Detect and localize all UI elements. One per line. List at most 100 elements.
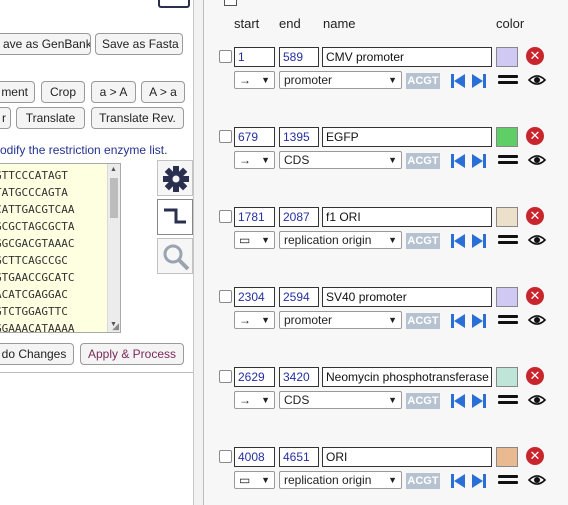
- feature-name-input[interactable]: EGFP: [322, 127, 492, 147]
- feature-type-select[interactable]: replication origin ▼: [279, 471, 402, 489]
- feature-end-input[interactable]: 4651: [279, 447, 319, 467]
- feature-name-input[interactable]: f1 ORI: [322, 207, 492, 227]
- feature-direction-select[interactable]: → ▼: [234, 311, 275, 329]
- feature-direction-select[interactable]: ▭ ▼: [234, 471, 275, 489]
- feature-end-input[interactable]: 2594: [279, 287, 319, 307]
- go-to-end-icon[interactable]: [471, 313, 487, 329]
- feature-type-select[interactable]: promoter ▼: [279, 71, 402, 89]
- save-genbank-button[interactable]: ave as GenBank: [0, 33, 91, 55]
- feature-type-select[interactable]: promoter ▼: [279, 311, 402, 329]
- restriction-enzyme-hint[interactable]: odify the restriction enzyme list.: [0, 143, 167, 157]
- go-to-start-icon[interactable]: [450, 393, 466, 409]
- eye-icon[interactable]: [528, 233, 546, 247]
- eye-icon[interactable]: [528, 153, 546, 167]
- feature-direction-select[interactable]: → ▼: [234, 391, 275, 409]
- eye-icon[interactable]: [528, 73, 546, 87]
- feature-drag-handle-icon[interactable]: [498, 315, 518, 327]
- apply-process-button[interactable]: Apply & Process: [80, 343, 184, 365]
- go-to-end-icon[interactable]: [471, 233, 487, 249]
- uppercase-to-lowercase-button[interactable]: A > a: [141, 81, 185, 103]
- feature-direction-select[interactable]: ▭ ▼: [234, 231, 275, 249]
- go-to-start-icon[interactable]: [450, 153, 466, 169]
- feature-select-checkbox[interactable]: [219, 450, 232, 463]
- feature-color-swatch[interactable]: [496, 367, 518, 387]
- eye-icon[interactable]: [528, 313, 546, 327]
- feature-start-input[interactable]: 2304: [234, 287, 275, 307]
- delete-feature-icon[interactable]: ✕: [526, 367, 544, 385]
- panel-toggle-icon[interactable]: [158, 0, 190, 8]
- feature-color-swatch[interactable]: [496, 447, 518, 467]
- feature-end-input[interactable]: 2087: [279, 207, 319, 227]
- delete-feature-icon[interactable]: ✕: [526, 447, 544, 465]
- feature-type-select[interactable]: CDS ▼: [279, 151, 402, 169]
- feature-end-input[interactable]: 3420: [279, 367, 319, 387]
- go-to-start-icon[interactable]: [450, 233, 466, 249]
- reverse-button[interactable]: r: [0, 107, 11, 129]
- undo-changes-button[interactable]: do Changes: [0, 343, 74, 365]
- eye-icon[interactable]: [528, 473, 546, 487]
- translate-reverse-button[interactable]: Translate Rev.: [91, 107, 184, 129]
- acgt-button[interactable]: ACGT: [406, 73, 440, 89]
- feature-color-swatch[interactable]: [496, 207, 518, 227]
- feature-end-input[interactable]: 589: [279, 47, 319, 67]
- feature-name-input[interactable]: Neomycin phosphotransferase: [322, 367, 492, 387]
- feature-name-input[interactable]: SV40 promoter: [322, 287, 492, 307]
- select-all-checkbox[interactable]: [224, 0, 237, 6]
- feature-name-input[interactable]: CMV promoter: [322, 47, 492, 67]
- feature-direction-select[interactable]: → ▼: [234, 71, 275, 89]
- lowercase-to-uppercase-button[interactable]: a > A: [91, 81, 136, 103]
- feature-start-input[interactable]: 1: [234, 47, 275, 67]
- sequence-textarea[interactable]: GTTCCCATAGT TATGCCCAGTA CATTGACGTCAA GCG…: [0, 163, 121, 333]
- delete-feature-icon[interactable]: ✕: [526, 127, 544, 145]
- go-to-end-icon[interactable]: [471, 393, 487, 409]
- go-to-start-icon[interactable]: [450, 313, 466, 329]
- feature-start-input[interactable]: 1781: [234, 207, 275, 227]
- complement-button[interactable]: ment: [0, 81, 35, 103]
- feature-type-select[interactable]: CDS ▼: [279, 391, 402, 409]
- eye-icon[interactable]: [528, 393, 546, 407]
- panel-splitter[interactable]: [193, 0, 203, 505]
- go-to-end-icon[interactable]: [471, 73, 487, 89]
- go-to-end-icon[interactable]: [471, 153, 487, 169]
- go-to-start-icon[interactable]: [450, 473, 466, 489]
- feature-select-checkbox[interactable]: [219, 210, 232, 223]
- feature-direction-select[interactable]: → ▼: [234, 151, 275, 169]
- feature-drag-handle-icon[interactable]: [498, 235, 518, 247]
- feature-name-input[interactable]: ORI: [322, 447, 492, 467]
- feature-drag-handle-icon[interactable]: [498, 475, 518, 487]
- feature-start-input[interactable]: 4008: [234, 447, 275, 467]
- feature-drag-handle-icon[interactable]: [498, 155, 518, 167]
- feature-start-input[interactable]: 679: [234, 127, 275, 147]
- cut-tool-button[interactable]: [157, 199, 193, 235]
- feature-start-input[interactable]: 2629: [234, 367, 275, 387]
- delete-feature-icon[interactable]: ✕: [526, 47, 544, 65]
- acgt-button[interactable]: ACGT: [406, 393, 440, 409]
- acgt-button[interactable]: ACGT: [406, 313, 440, 329]
- go-to-end-icon[interactable]: [471, 473, 487, 489]
- delete-feature-icon[interactable]: ✕: [526, 207, 544, 225]
- feature-select-checkbox[interactable]: [219, 290, 232, 303]
- save-fasta-button[interactable]: Save as Fasta: [95, 33, 183, 55]
- feature-color-swatch[interactable]: [496, 47, 518, 67]
- sequence-scrollbar[interactable]: ▲ ▼: [107, 164, 120, 332]
- feature-select-checkbox[interactable]: [219, 130, 232, 143]
- feature-select-checkbox[interactable]: [219, 370, 232, 383]
- feature-end-input[interactable]: 1395: [279, 127, 319, 147]
- feature-type-select[interactable]: replication origin ▼: [279, 231, 402, 249]
- go-to-start-icon[interactable]: [450, 73, 466, 89]
- feature-drag-handle-icon[interactable]: [498, 395, 518, 407]
- acgt-button[interactable]: ACGT: [406, 473, 440, 489]
- acgt-button[interactable]: ACGT: [406, 233, 440, 249]
- delete-feature-icon[interactable]: ✕: [526, 287, 544, 305]
- scroll-up-arrow-icon[interactable]: ▲: [110, 166, 117, 173]
- feature-color-swatch[interactable]: [496, 287, 518, 307]
- feature-drag-handle-icon[interactable]: [498, 75, 518, 87]
- translate-button[interactable]: Translate: [16, 107, 85, 129]
- crop-button[interactable]: Crop: [41, 81, 85, 103]
- resize-grip-icon[interactable]: ◢: [112, 321, 119, 332]
- acgt-button[interactable]: ACGT: [406, 153, 440, 169]
- settings-tool-button[interactable]: [157, 160, 193, 196]
- scroll-thumb[interactable]: [110, 178, 118, 218]
- feature-color-swatch[interactable]: [496, 127, 518, 147]
- feature-select-checkbox[interactable]: [219, 50, 232, 63]
